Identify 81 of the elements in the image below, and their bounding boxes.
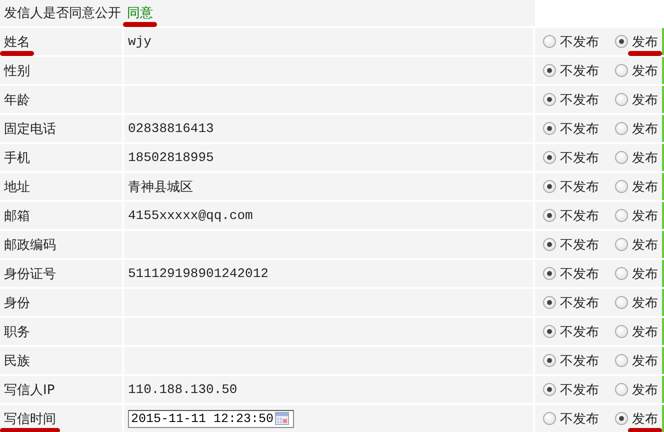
radio-button[interactable]	[543, 412, 556, 425]
field-label: 性别	[4, 64, 30, 78]
radio-label: 不发布	[560, 412, 599, 426]
radio-label: 发布	[632, 122, 658, 136]
radio-button[interactable]	[615, 238, 628, 251]
radio-button[interactable]	[615, 383, 628, 396]
radio-label: 不发布	[560, 238, 599, 252]
radio-button[interactable]	[543, 238, 556, 251]
radio-label: 发布	[632, 382, 658, 398]
radio-label: 发布	[632, 150, 658, 166]
radio-button[interactable]	[543, 35, 556, 48]
radio-button[interactable]	[543, 151, 556, 164]
field-label: 姓名	[4, 34, 30, 50]
radio-label: 发布	[632, 354, 658, 368]
consent-value: 同意	[127, 6, 153, 21]
field-label: 写信人IP	[4, 382, 55, 398]
radio-label: 不发布	[560, 354, 599, 368]
radio-button[interactable]	[543, 383, 556, 396]
consent-label: 发信人是否同意公开	[4, 6, 121, 21]
radio-button[interactable]	[615, 354, 628, 367]
radio-label: 不发布	[560, 266, 599, 282]
field-value: 青神县城区	[128, 178, 193, 196]
radio-button[interactable]	[543, 267, 556, 280]
radio-label: 发布	[632, 92, 658, 108]
radio-label: 发布	[632, 412, 658, 426]
field-value: 511129198901242012	[128, 266, 268, 281]
radio-label: 发布	[632, 266, 658, 282]
radio-button[interactable]	[543, 296, 556, 309]
field-value: 18502818995	[128, 150, 214, 165]
radio-label: 不发布	[560, 208, 599, 224]
field-label: 身份	[4, 296, 30, 310]
field-value: 4155xxxxx@qq.com	[128, 208, 253, 223]
radio-label: 不发布	[560, 382, 599, 398]
radio-button[interactable]	[615, 180, 628, 193]
radio-button[interactable]	[615, 64, 628, 77]
radio-button[interactable]	[615, 325, 628, 338]
radio-button[interactable]	[615, 93, 628, 106]
field-label: 地址	[4, 180, 30, 194]
radio-label: 发布	[632, 180, 658, 194]
radio-button[interactable]	[615, 151, 628, 164]
field-label: 写信时间	[4, 412, 56, 426]
field-label: 邮箱	[4, 208, 30, 224]
radio-button[interactable]	[543, 180, 556, 193]
radio-label: 发布	[632, 64, 658, 78]
radio-button[interactable]	[543, 354, 556, 367]
field-value: wjy	[128, 34, 152, 49]
datetime-field[interactable]: 2015-11-11 12:23:50	[128, 410, 294, 428]
radio-button[interactable]	[615, 412, 628, 425]
radio-label: 不发布	[560, 180, 599, 194]
radio-label: 不发布	[560, 324, 599, 340]
calendar-icon[interactable]	[275, 412, 289, 425]
radio-label: 不发布	[560, 64, 599, 78]
radio-button[interactable]	[615, 296, 628, 309]
field-value: 110.188.130.50	[128, 382, 238, 397]
field-label: 职务	[4, 324, 30, 340]
radio-label: 不发布	[560, 92, 599, 108]
radio-button[interactable]	[543, 122, 556, 135]
radio-label: 不发布	[560, 296, 599, 310]
radio-button[interactable]	[543, 209, 556, 222]
radio-button[interactable]	[615, 35, 628, 48]
field-label: 邮政编码	[4, 238, 56, 252]
field-label: 民族	[4, 354, 30, 368]
radio-button[interactable]	[615, 122, 628, 135]
field-value: 02838816413	[128, 121, 214, 136]
radio-button[interactable]	[543, 64, 556, 77]
radio-label: 不发布	[560, 150, 599, 166]
radio-label: 发布	[632, 208, 658, 224]
radio-button[interactable]	[543, 325, 556, 338]
radio-button[interactable]	[543, 93, 556, 106]
radio-label: 不发布	[560, 122, 599, 136]
field-label: 手机	[4, 150, 30, 166]
field-label: 身份证号	[4, 266, 56, 282]
radio-label: 发布	[632, 238, 658, 252]
field-label: 固定电话	[4, 122, 56, 136]
radio-button[interactable]	[615, 209, 628, 222]
radio-button[interactable]	[615, 267, 628, 280]
radio-label: 发布	[632, 296, 658, 310]
radio-label: 发布	[632, 34, 658, 50]
radio-label: 不发布	[560, 34, 599, 50]
radio-label: 发布	[632, 324, 658, 340]
field-label: 年龄	[4, 92, 30, 108]
